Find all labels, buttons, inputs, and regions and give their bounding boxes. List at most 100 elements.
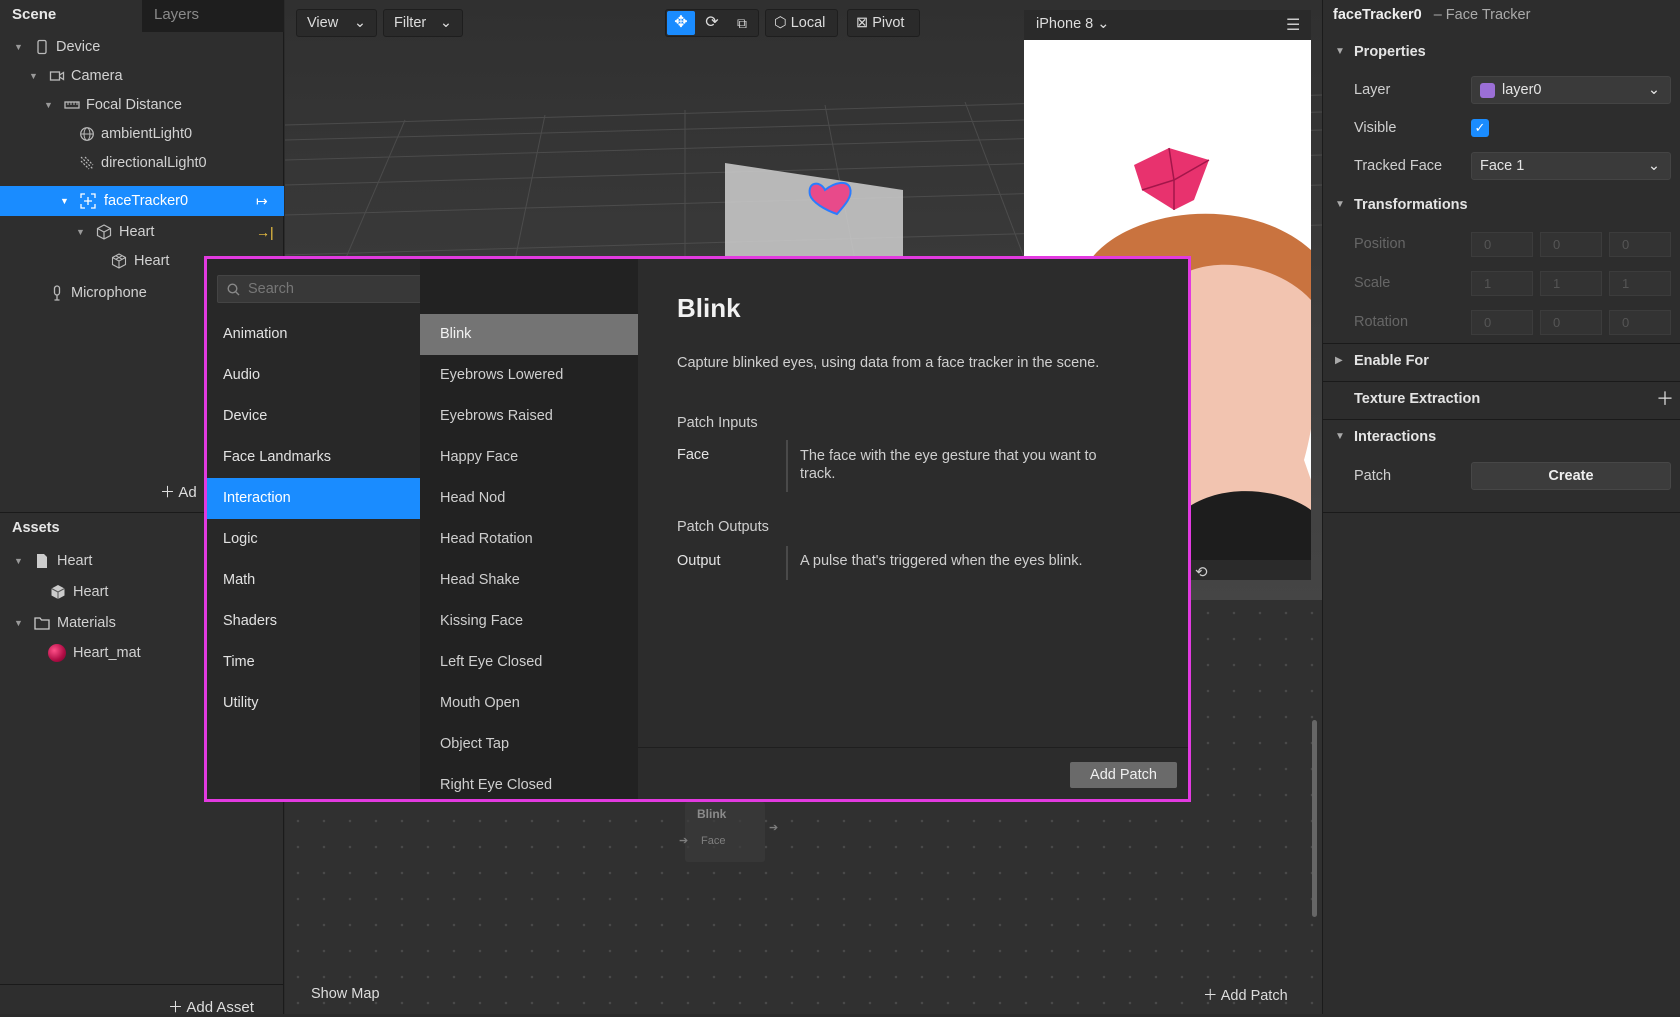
tree-item-face-tracker[interactable]: ▼ faceTracker0 ↦ bbox=[0, 186, 284, 216]
tree-item-label: Heart bbox=[134, 253, 170, 269]
category-item[interactable]: Interaction bbox=[207, 478, 420, 519]
local-toggle[interactable]: ⬡ Local bbox=[765, 9, 838, 37]
add-patch-button[interactable]: ＋ Add Patch bbox=[1203, 984, 1288, 1005]
category-item[interactable]: Logic bbox=[207, 519, 420, 560]
patch-row: Patch Create bbox=[1323, 457, 1680, 495]
expand-triangle-icon[interactable]: ▼ bbox=[29, 61, 38, 91]
reset-icon[interactable]: ⟲ bbox=[1195, 563, 1208, 581]
patch-inputs-title: Patch Inputs bbox=[677, 415, 758, 431]
patch-item[interactable]: Happy Face bbox=[420, 437, 638, 478]
preview-header: iPhone 8 ⌄ ☰ bbox=[1024, 10, 1311, 40]
position-x-field[interactable]: 0 bbox=[1471, 232, 1533, 257]
rotation-label: Rotation bbox=[1354, 314, 1409, 330]
ambient-light-icon bbox=[80, 127, 94, 141]
patch-item[interactable]: Head Nod bbox=[420, 478, 638, 519]
patch-picker-dialog: Search Animation Audio Device Face Landmark… bbox=[204, 256, 1191, 802]
expand-triangle-icon[interactable]: ▼ bbox=[14, 608, 23, 638]
link-arrow-icon[interactable]: ↦ bbox=[256, 186, 268, 216]
category-item[interactable]: Audio bbox=[207, 355, 420, 396]
category-list: Search Animation Audio Device Face Landmark… bbox=[207, 259, 622, 799]
link-arrow-icon[interactable]: →| bbox=[256, 217, 274, 247]
pivot-toggle[interactable]: ⊠ Pivot bbox=[847, 9, 920, 37]
scrollbar[interactable] bbox=[1312, 720, 1317, 917]
panel-tabs: Scene Layers bbox=[0, 0, 284, 32]
expand-triangle-icon[interactable]: ▼ bbox=[60, 186, 69, 216]
tree-item-label: Microphone bbox=[71, 285, 147, 301]
patch-item[interactable]: Blink bbox=[420, 314, 638, 355]
search-icon bbox=[227, 283, 240, 296]
patch-item[interactable]: Left Eye Closed bbox=[420, 642, 638, 683]
properties-section-header[interactable]: ▼ Properties bbox=[1323, 33, 1680, 71]
interactions-section-header[interactable]: ▼ Interactions bbox=[1323, 418, 1680, 456]
pivot-icon: ⊠ bbox=[856, 15, 869, 31]
category-item[interactable]: Animation bbox=[207, 314, 420, 355]
pivot-label: Pivot bbox=[872, 15, 905, 31]
add-object-button[interactable]: ＋ Ad bbox=[160, 481, 197, 502]
category-item[interactable]: Device bbox=[207, 396, 420, 437]
view-label: View bbox=[307, 15, 339, 31]
tree-item-focal-distance[interactable]: ▼ Focal Distance bbox=[0, 90, 284, 120]
layer-dropdown[interactable]: layer0 ⌄ bbox=[1471, 76, 1671, 104]
add-texture-extraction-icon[interactable]: ＋ bbox=[1656, 380, 1674, 418]
category-item[interactable]: Math bbox=[207, 560, 420, 601]
add-patch-confirm-button[interactable]: Add Patch bbox=[1070, 762, 1177, 788]
expand-triangle-icon[interactable]: ▼ bbox=[76, 217, 85, 247]
patch-item[interactable]: Head Rotation bbox=[420, 519, 638, 560]
scale-tool-icon[interactable]: ⧉ bbox=[728, 10, 756, 36]
patch-item[interactable]: Eyebrows Lowered bbox=[420, 355, 638, 396]
tab-layers[interactable]: Layers bbox=[142, 0, 284, 32]
create-button[interactable]: Create bbox=[1471, 462, 1671, 490]
show-map-button[interactable]: Show Map bbox=[311, 986, 380, 1002]
rotation-z-field[interactable]: 0 bbox=[1609, 310, 1671, 335]
category-item[interactable]: Utility bbox=[207, 683, 420, 724]
category-item[interactable]: Shaders bbox=[207, 601, 420, 642]
tree-item-camera[interactable]: ▼ Camera bbox=[0, 61, 284, 91]
view-dropdown[interactable]: View ⌄ bbox=[296, 9, 377, 37]
position-z-field[interactable]: 0 bbox=[1609, 232, 1671, 257]
scale-y-field[interactable]: 1 bbox=[1540, 271, 1602, 296]
transformations-section-header[interactable]: ▼ Transformations bbox=[1323, 186, 1680, 224]
tree-item-heart[interactable]: ▼ Heart →| bbox=[0, 217, 284, 247]
patch-item[interactable]: Mouth Open bbox=[420, 683, 638, 724]
object-name: faceTracker0 bbox=[1333, 7, 1422, 23]
patch-item[interactable]: Object Tap bbox=[420, 724, 638, 765]
tracked-face-dropdown[interactable]: Face 1 ⌄ bbox=[1471, 152, 1671, 180]
tree-item-ambient-light[interactable]: ambientLight0 bbox=[0, 119, 284, 149]
move-tool-icon[interactable]: ✥ bbox=[667, 11, 695, 35]
3d-model-icon bbox=[51, 585, 65, 599]
scale-z-field[interactable]: 1 bbox=[1609, 271, 1671, 296]
expand-triangle-icon[interactable]: ▼ bbox=[14, 546, 23, 576]
material-sphere-icon bbox=[48, 644, 66, 662]
section-title: Texture Extraction bbox=[1354, 391, 1481, 407]
separator bbox=[786, 440, 788, 492]
tree-item-device[interactable]: ▼ Device bbox=[0, 32, 284, 62]
filter-dropdown[interactable]: Filter ⌄ bbox=[383, 9, 463, 37]
menu-icon[interactable]: ☰ bbox=[1286, 15, 1300, 35]
device-dropdown[interactable]: iPhone 8 ⌄ bbox=[1036, 16, 1109, 32]
blink-patch-node[interactable]: Blink ➔ Face ➔ bbox=[679, 802, 778, 862]
expand-triangle-icon[interactable]: ▼ bbox=[44, 90, 53, 120]
enable-for-section-header[interactable]: ▶ Enable For bbox=[1323, 342, 1680, 380]
rotate-tool-icon[interactable]: ⟳ bbox=[698, 10, 726, 36]
rotation-y-field[interactable]: 0 bbox=[1540, 310, 1602, 335]
visible-checkbox[interactable]: ✓ bbox=[1471, 119, 1489, 137]
tab-scene[interactable]: Scene bbox=[0, 0, 142, 32]
output-description: A pulse that's triggered when the eyes b… bbox=[800, 553, 1083, 569]
position-y-field[interactable]: 0 bbox=[1540, 232, 1602, 257]
output-port-icon[interactable]: ➔ bbox=[769, 821, 778, 834]
expand-triangle-icon[interactable]: ▼ bbox=[14, 32, 23, 62]
category-item[interactable]: Face Landmarks bbox=[207, 437, 420, 478]
input-name: Face bbox=[677, 447, 710, 463]
patch-item[interactable]: Head Shake bbox=[420, 560, 638, 601]
patch-item[interactable]: Right Eye Closed bbox=[420, 765, 638, 799]
patch-item[interactable]: Kissing Face bbox=[420, 601, 638, 642]
input-port-icon[interactable]: ➔ bbox=[679, 834, 688, 847]
tree-item-directional-light[interactable]: directionalLight0 bbox=[0, 148, 284, 178]
inspector-header: faceTracker0 – Face Tracker bbox=[1333, 7, 1530, 23]
scale-x-field[interactable]: 1 bbox=[1471, 271, 1533, 296]
divider bbox=[0, 984, 284, 985]
category-item[interactable]: Time bbox=[207, 642, 420, 683]
patch-item[interactable]: Eyebrows Raised bbox=[420, 396, 638, 437]
rotation-x-field[interactable]: 0 bbox=[1471, 310, 1533, 335]
layer-label: Layer bbox=[1354, 82, 1391, 98]
